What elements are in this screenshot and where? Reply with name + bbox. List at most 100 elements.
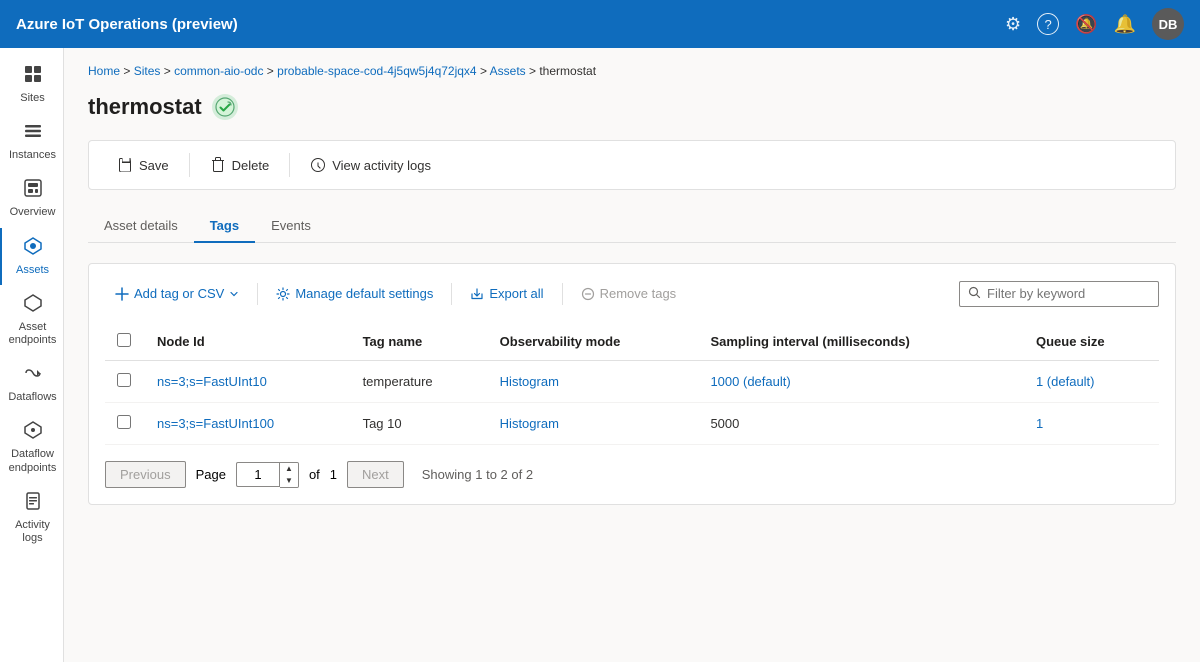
manage-default-settings-button[interactable]: Manage default settings (266, 280, 443, 307)
tags-toolbar-sep-3 (562, 283, 563, 305)
dataflows-icon (23, 363, 43, 388)
sidebar-item-sites[interactable]: Sites (0, 56, 63, 113)
sidebar-item-dataflows[interactable]: Dataflows (0, 355, 63, 412)
sidebar: Sites Instances Overview Assets Asset en… (0, 48, 64, 662)
settings-icon (276, 287, 290, 301)
row-1-sampling-interval: 1000 (default) (698, 361, 1024, 403)
col-sampling-interval: Sampling interval (milliseconds) (698, 323, 1024, 361)
action-toolbar: Save Delete View activity logs (88, 140, 1176, 190)
content-area: Home > Sites > common-aio-odc > probable… (64, 48, 1200, 662)
add-tag-csv-label: Add tag or CSV (134, 286, 224, 301)
col-observability-mode: Observability mode (488, 323, 699, 361)
row-2-checkbox-cell[interactable] (105, 403, 145, 445)
tags-panel: Add tag or CSV Manage default settings E… (88, 263, 1176, 505)
filter-keyword-input[interactable] (987, 286, 1137, 301)
showing-text: Showing 1 to 2 of 2 (422, 467, 533, 482)
filter-search-icon (968, 286, 981, 302)
row-1-observability-mode: Histogram (488, 361, 699, 403)
sidebar-item-overview[interactable]: Overview (0, 170, 63, 227)
sidebar-item-dataflow-endpoints[interactable]: Dataflow endpoints (0, 412, 63, 482)
next-button[interactable]: Next (347, 461, 404, 488)
breadcrumb-sites[interactable]: Sites (134, 64, 161, 78)
add-icon (115, 287, 129, 301)
previous-button[interactable]: Previous (105, 461, 186, 488)
row-2-node-id: ns=3;s=FastUInt100 (145, 403, 351, 445)
tags-toolbar: Add tag or CSV Manage default settings E… (105, 280, 1159, 307)
sites-icon (23, 64, 43, 89)
main-layout: Sites Instances Overview Assets Asset en… (0, 48, 1200, 662)
sidebar-item-instances[interactable]: Instances (0, 113, 63, 170)
add-tag-csv-button[interactable]: Add tag or CSV (105, 280, 249, 307)
tags-toolbar-left: Add tag or CSV Manage default settings E… (105, 280, 951, 307)
chevron-down-icon (229, 289, 239, 299)
tabs: Asset details Tags Events (88, 210, 1176, 243)
sidebar-item-activity-logs[interactable]: Activity logs (0, 483, 63, 553)
tags-toolbar-sep-1 (257, 283, 258, 305)
row-1-node-id: ns=3;s=FastUInt10 (145, 361, 351, 403)
row-1-checkbox-cell[interactable] (105, 361, 145, 403)
assets-icon (23, 236, 43, 261)
page-label: Page (196, 467, 226, 482)
col-queue-size: Queue size (1024, 323, 1159, 361)
status-connected-icon (212, 94, 238, 120)
breadcrumb-probable-space[interactable]: probable-space-cod-4j5qw5j4q72jqx4 (277, 64, 476, 78)
tags-table: Node Id Tag name Observability mode Samp… (105, 323, 1159, 445)
bell-icon[interactable]: 🔔 (1114, 14, 1136, 35)
sidebar-item-overview-label: Overview (10, 206, 56, 219)
dataflow-endpoints-icon (23, 420, 43, 445)
save-icon (117, 157, 133, 173)
delete-button[interactable]: Delete (198, 151, 282, 179)
tab-asset-details[interactable]: Asset details (88, 210, 194, 243)
overview-icon (23, 178, 43, 203)
save-label: Save (139, 158, 169, 173)
breadcrumb-common-aio-odc[interactable]: common-aio-odc (174, 64, 263, 78)
tags-toolbar-sep-2 (451, 283, 452, 305)
toolbar-divider-1 (189, 153, 190, 177)
tab-events[interactable]: Events (255, 210, 327, 243)
bell-mute-icon[interactable]: 🔕 (1075, 14, 1097, 35)
breadcrumb-home[interactable]: Home (88, 64, 120, 78)
row-2-tag-name: Tag 10 (351, 403, 488, 445)
row-1-queue-size: 1 (default) (1024, 361, 1159, 403)
total-pages: 1 (330, 467, 337, 482)
table-header-row: Node Id Tag name Observability mode Samp… (105, 323, 1159, 361)
sidebar-item-asset-endpoints[interactable]: Asset endpoints (0, 285, 63, 355)
row-1-tag-name: temperature (351, 361, 488, 403)
sidebar-item-activity-logs-label: Activity logs (6, 519, 59, 545)
remove-tags-label: Remove tags (600, 286, 677, 301)
activity-logs-icon (23, 491, 43, 516)
row-1-node-id-link[interactable]: ns=3;s=FastUInt10 (157, 374, 267, 389)
row-1-checkbox[interactable] (117, 373, 131, 387)
settings-icon[interactable]: ⚙ (1005, 14, 1021, 35)
sidebar-item-assets[interactable]: Assets (0, 228, 63, 285)
sidebar-item-assets-label: Assets (16, 264, 49, 277)
manage-default-settings-label: Manage default settings (295, 286, 433, 301)
app-title: Azure IoT Operations (preview) (16, 16, 1005, 33)
filter-input-wrap[interactable] (959, 281, 1159, 307)
activity-icon (310, 157, 326, 173)
export-icon (470, 287, 484, 301)
avatar[interactable]: DB (1152, 8, 1184, 40)
page-spinners: ▲ ▼ (280, 462, 299, 488)
row-2-queue-size: 1 (1024, 403, 1159, 445)
export-all-button[interactable]: Export all (460, 280, 553, 307)
page-up-button[interactable]: ▲ (280, 463, 298, 475)
select-all-header[interactable] (105, 323, 145, 361)
export-all-label: Export all (489, 286, 543, 301)
remove-tags-button[interactable]: Remove tags (571, 280, 687, 307)
table-row: ns=3;s=FastUInt100 Tag 10 Histogram 5000… (105, 403, 1159, 445)
row-2-node-id-link[interactable]: ns=3;s=FastUInt100 (157, 416, 274, 431)
help-icon[interactable]: ? (1037, 13, 1059, 35)
save-button[interactable]: Save (105, 151, 181, 179)
page-title-row: thermostat (88, 94, 1176, 120)
tab-tags[interactable]: Tags (194, 210, 255, 243)
view-activity-button[interactable]: View activity logs (298, 151, 443, 179)
breadcrumb-assets[interactable]: Assets (490, 64, 526, 78)
select-all-checkbox[interactable] (117, 333, 131, 347)
page-down-button[interactable]: ▼ (280, 475, 298, 487)
breadcrumb: Home > Sites > common-aio-odc > probable… (88, 64, 1176, 78)
of-label: of (309, 467, 320, 482)
page-number-input[interactable] (236, 462, 280, 487)
row-2-checkbox[interactable] (117, 415, 131, 429)
delete-icon (210, 157, 226, 173)
